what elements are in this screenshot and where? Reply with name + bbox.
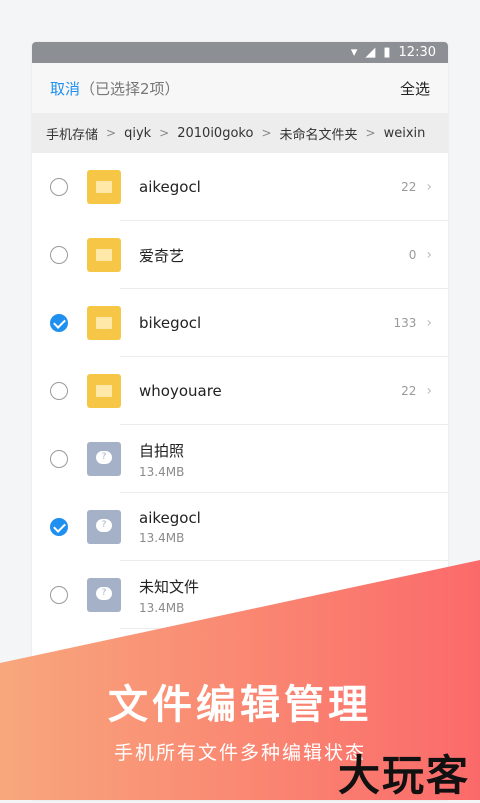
item-count: 0 xyxy=(408,248,417,262)
breadcrumb-item[interactable]: 手机存储 xyxy=(46,124,98,143)
chevron-right-icon: › xyxy=(426,179,432,195)
checkbox-checked[interactable] xyxy=(50,314,68,332)
battery-icon: ▮ xyxy=(383,45,391,60)
checkbox[interactable] xyxy=(50,450,68,468)
select-all-button[interactable]: 全选 xyxy=(400,78,430,99)
cloud-unknown-file-icon xyxy=(87,442,121,476)
promo-title: 文件编辑管理 xyxy=(108,682,372,728)
checkbox[interactable] xyxy=(50,178,68,196)
status-time: 12:30 xyxy=(398,45,436,60)
file-list: aikegocl 22 › 爱奇艺 0 › bikegocl 133 › who… xyxy=(32,153,448,629)
checkbox[interactable] xyxy=(50,586,68,604)
selection-count: （已选择2项） xyxy=(80,79,180,98)
list-item[interactable]: aikegocl 22 › xyxy=(32,153,448,221)
list-item[interactable]: bikegocl 133 › xyxy=(32,289,448,357)
item-name: 自拍照 xyxy=(139,441,185,460)
item-size: 13.4MB xyxy=(139,531,185,545)
folder-icon xyxy=(87,170,121,204)
folder-icon xyxy=(87,306,121,340)
chevron-right-icon: > xyxy=(106,126,117,140)
folder-icon xyxy=(87,238,121,272)
item-size: 13.4MB xyxy=(139,464,185,479)
checkbox[interactable] xyxy=(50,246,68,264)
list-item[interactable]: 未知文件 13.4MB xyxy=(32,561,448,629)
wifi-icon: ▾ xyxy=(350,45,358,60)
chevron-right-icon: > xyxy=(159,126,170,140)
chevron-right-icon: > xyxy=(365,126,376,140)
chevron-right-icon: › xyxy=(426,247,432,263)
item-size: 13.4MB xyxy=(139,600,185,615)
checkbox-checked[interactable] xyxy=(50,518,68,536)
breadcrumb-item[interactable]: weixin xyxy=(384,126,426,141)
item-count: 22 xyxy=(401,180,417,194)
checkbox[interactable] xyxy=(50,382,68,400)
breadcrumb: 手机存储 > qiyk > 2010i0goko > 未命名文件夹 > weix… xyxy=(32,113,448,153)
cloud-unknown-file-icon xyxy=(87,510,121,544)
signal-icon: ◢ xyxy=(365,45,376,60)
breadcrumb-item[interactable]: 2010i0goko xyxy=(177,126,253,141)
watermark-logo: 大玩客 xyxy=(337,751,470,800)
item-name: 爱奇艺 xyxy=(139,246,185,265)
list-item[interactable]: aikegocl 13.4MB xyxy=(32,493,448,561)
item-name: whoyouare xyxy=(139,382,222,400)
breadcrumb-item[interactable]: qiyk xyxy=(124,126,151,141)
list-item[interactable]: 爱奇艺 0 › xyxy=(32,221,448,289)
folder-icon xyxy=(87,374,121,408)
item-count: 22 xyxy=(401,384,417,398)
item-name: bikegocl xyxy=(139,314,202,332)
chevron-right-icon: › xyxy=(426,383,432,399)
item-name: aikegocl xyxy=(139,178,201,196)
item-count: 133 xyxy=(393,316,417,330)
cloud-unknown-file-icon xyxy=(87,578,121,612)
list-item[interactable]: 自拍照 13.4MB xyxy=(32,425,448,493)
cancel-button[interactable]: 取消 xyxy=(50,80,80,98)
divider xyxy=(120,628,448,629)
breadcrumb-item[interactable]: 未命名文件夹 xyxy=(280,124,358,143)
item-name: 未知文件 xyxy=(139,577,200,596)
status-bar: ▾ ◢ ▮ 12:30 xyxy=(32,42,448,63)
selection-toolbar: 取消（已选择2项） 全选 xyxy=(32,63,448,113)
item-name: aikegocl xyxy=(139,509,201,527)
chevron-right-icon: > xyxy=(261,126,272,140)
list-item[interactable]: whoyouare 22 › xyxy=(32,357,448,425)
chevron-right-icon: › xyxy=(426,315,432,331)
